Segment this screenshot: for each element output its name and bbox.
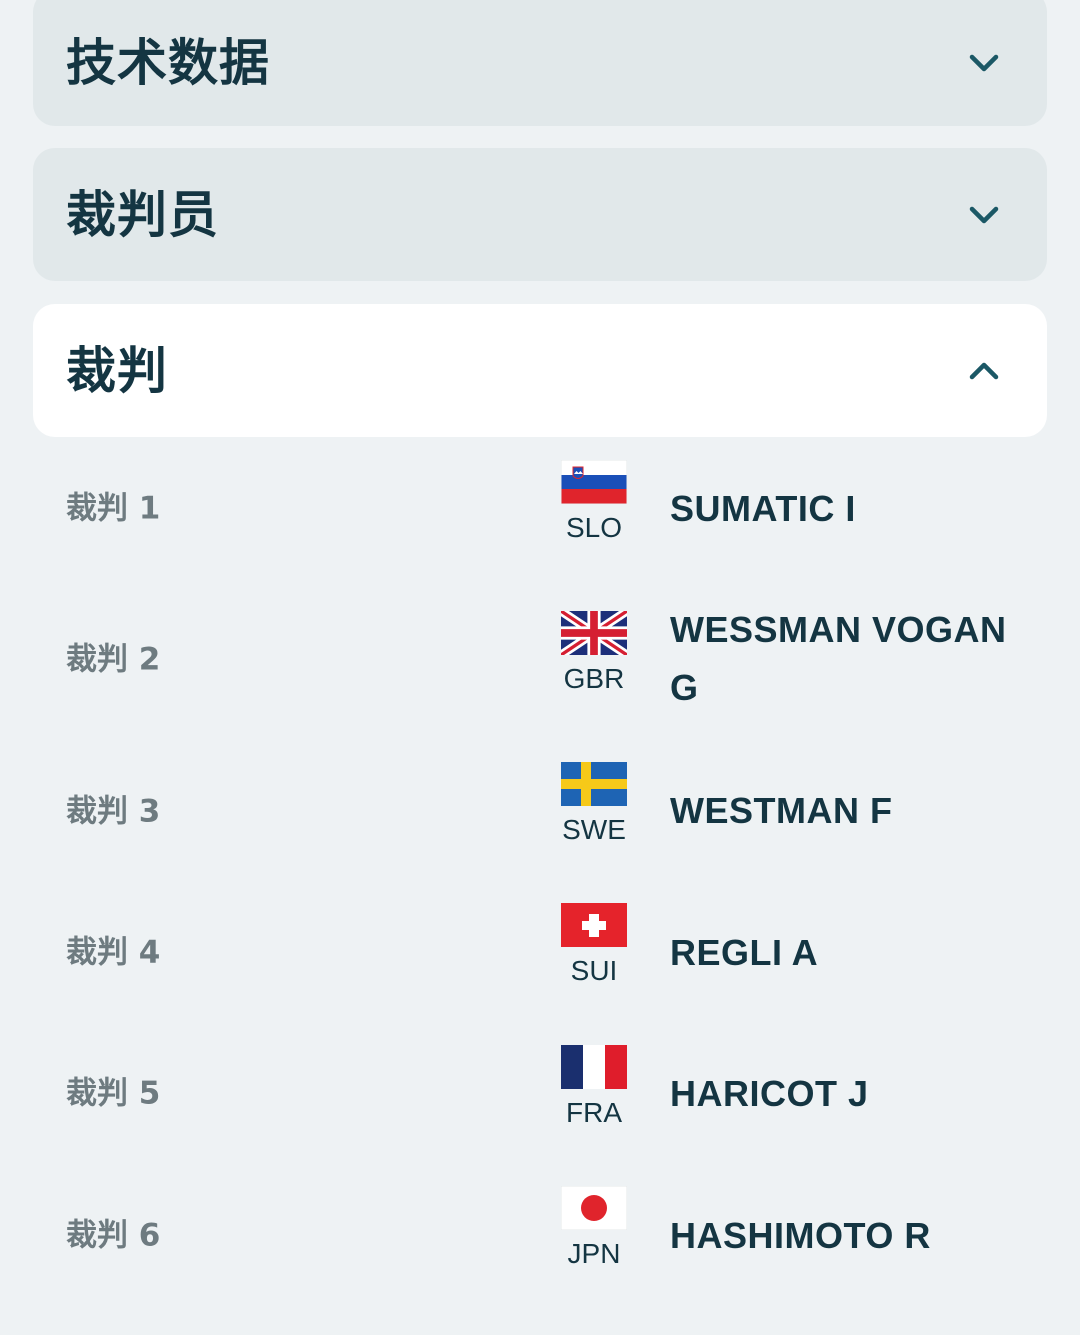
japan-flag-icon bbox=[561, 1186, 627, 1230]
country-code: JPN bbox=[567, 1238, 621, 1269]
judge-label: 裁判 2 bbox=[66, 641, 161, 678]
accordion-technical-data[interactable]: 技术数据 bbox=[33, 0, 1047, 126]
judge-name: REGLI A bbox=[670, 932, 819, 973]
accordion-referees[interactable]: 裁判员 bbox=[33, 148, 1047, 281]
judge-label: 裁判 3 bbox=[66, 793, 161, 830]
uk-flag-icon bbox=[561, 611, 627, 655]
judge-row: 裁判 2 GBR WESSMAN VOGAN G bbox=[0, 609, 1080, 710]
judge-row: 裁判 3 SWE WESTMAN F bbox=[0, 762, 1080, 862]
france-flag-icon bbox=[561, 1045, 627, 1089]
sweden-flag-icon bbox=[561, 762, 627, 806]
judge-row: 裁判 5 FRA HARICOT J bbox=[0, 1044, 1080, 1144]
country: GBR bbox=[561, 611, 628, 693]
accordion-title: 裁判 bbox=[66, 341, 168, 400]
country: SWE bbox=[561, 762, 628, 844]
judge-name: HARICOT J bbox=[670, 1073, 869, 1114]
judge-row: 裁判 6 JPN HASHIMOTO R bbox=[0, 1186, 1080, 1286]
accordion-judges[interactable]: 裁判 bbox=[33, 304, 1047, 437]
accordion-title: 裁判员 bbox=[66, 185, 219, 244]
judge-name: HASHIMOTO R bbox=[670, 1215, 931, 1256]
judge-label: 裁判 6 bbox=[66, 1217, 161, 1254]
country: SUI bbox=[561, 903, 628, 985]
chevron-down-icon[interactable] bbox=[966, 197, 1002, 233]
chevron-up-icon[interactable] bbox=[966, 353, 1002, 389]
switzerland-flag-icon bbox=[561, 903, 627, 947]
country-code: SLO bbox=[565, 512, 623, 543]
country-code: SWE bbox=[562, 814, 626, 845]
chevron-down-icon[interactable] bbox=[966, 45, 1002, 81]
country-code: GBR bbox=[563, 663, 625, 694]
country-code: SUI bbox=[570, 955, 618, 986]
accordion-title: 技术数据 bbox=[66, 34, 270, 92]
judge-label: 裁判 5 bbox=[66, 1075, 161, 1112]
judge-name: SUMATIC I bbox=[670, 488, 856, 529]
country: SLO bbox=[561, 460, 628, 542]
judge-row: 裁判 1 SLO SUMATIC I bbox=[0, 459, 1080, 559]
judge-label: 裁判 4 bbox=[66, 934, 161, 971]
judge-name: WESTMAN F bbox=[670, 790, 893, 831]
country: FRA bbox=[561, 1045, 628, 1127]
country-code: FRA bbox=[566, 1097, 622, 1128]
officials-page: 技术数据 裁判员 裁判 裁判 1 SLO SUMATIC I 裁判 2 GBR … bbox=[0, 0, 1080, 1335]
slovenia-flag-icon bbox=[561, 460, 627, 504]
judge-label: 裁判 1 bbox=[66, 490, 161, 527]
judge-name: WESSMAN VOGAN G bbox=[670, 609, 1007, 708]
judge-row: 裁判 4 SUI REGLI A bbox=[0, 903, 1080, 1003]
country: JPN bbox=[561, 1186, 628, 1268]
